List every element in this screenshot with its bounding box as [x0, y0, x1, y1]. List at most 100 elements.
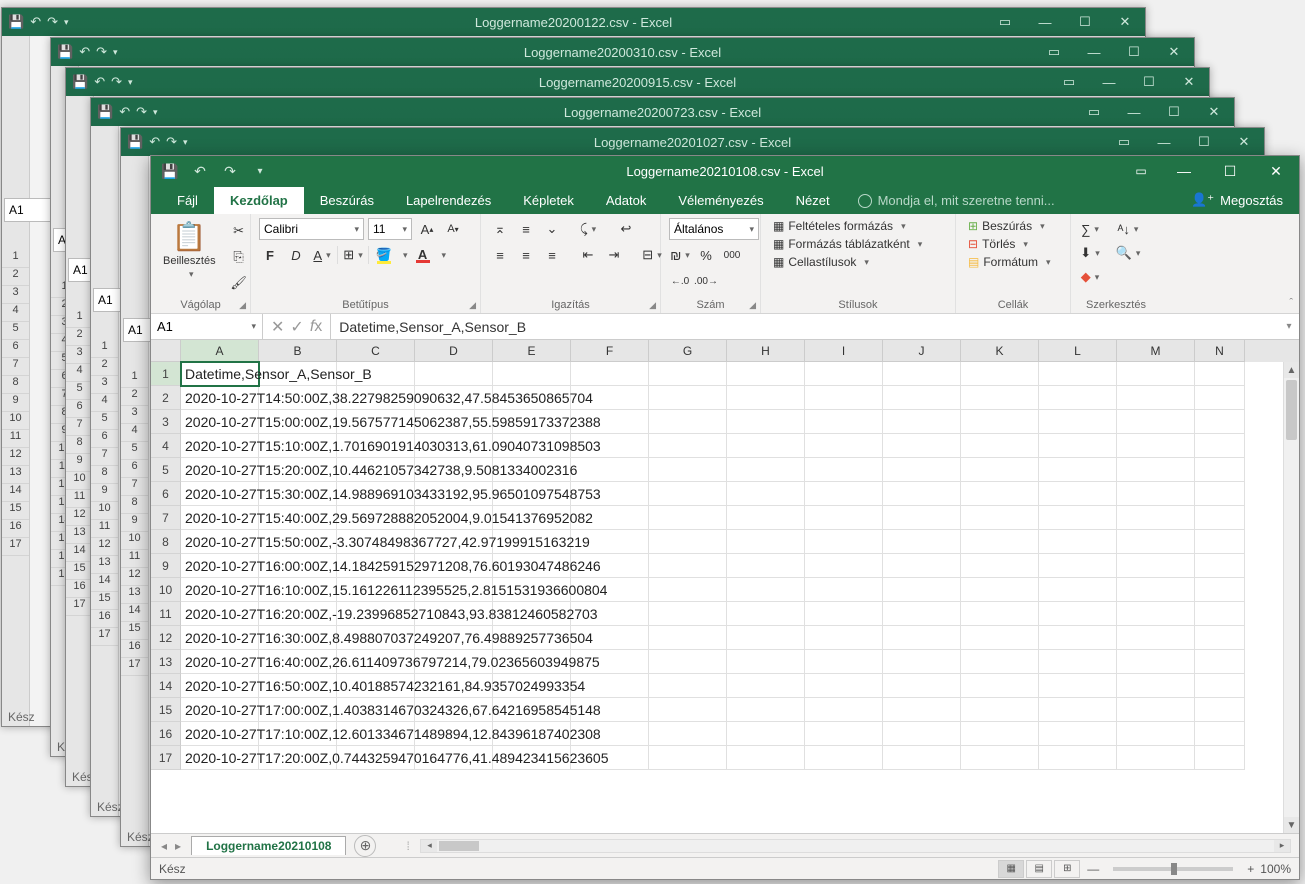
maximize-button[interactable]: ☐	[1207, 156, 1253, 186]
column-header[interactable]: I	[805, 340, 883, 362]
cell[interactable]	[727, 698, 805, 722]
cell[interactable]: 2020-10-27T14:50:00Z,38.22798259090632,4…	[181, 386, 259, 410]
tab-formulas[interactable]: Képletek	[507, 187, 590, 214]
row-header[interactable]: 3	[151, 410, 181, 434]
cell[interactable]	[1039, 386, 1117, 410]
borders-icon[interactable]: ⊞▾	[342, 244, 364, 266]
cell[interactable]: 2020-10-27T15:10:00Z,1.7016901914030313,…	[181, 434, 259, 458]
increase-indent-icon[interactable]: ⇥	[603, 244, 625, 266]
column-header[interactable]: L	[1039, 340, 1117, 362]
cell[interactable]: 2020-10-27T16:30:00Z,8.498807037249207,7…	[181, 626, 259, 650]
row-header[interactable]: 11	[151, 602, 181, 626]
cell[interactable]	[1195, 554, 1245, 578]
row-header[interactable]: 9	[151, 554, 181, 578]
cell[interactable]	[1195, 746, 1245, 770]
cell[interactable]	[961, 626, 1039, 650]
cell[interactable]	[961, 722, 1039, 746]
cell[interactable]	[571, 362, 649, 386]
cell[interactable]	[883, 626, 961, 650]
cell[interactable]	[883, 722, 961, 746]
cell[interactable]	[1195, 482, 1245, 506]
cell[interactable]	[805, 650, 883, 674]
align-right-icon[interactable]: ≡	[541, 244, 563, 266]
add-sheet-button[interactable]: ⊕	[354, 835, 376, 857]
cell[interactable]	[493, 362, 571, 386]
tab-data[interactable]: Adatok	[590, 187, 662, 214]
cell[interactable]	[727, 626, 805, 650]
row-header[interactable]: 5	[151, 458, 181, 482]
scroll-left-icon[interactable]: ◂	[421, 840, 437, 852]
tab-insert[interactable]: Beszúrás	[304, 187, 390, 214]
clear-icon[interactable]: ◆▾	[1079, 266, 1101, 288]
cell[interactable]	[727, 722, 805, 746]
cell[interactable]	[805, 434, 883, 458]
cell[interactable]	[1039, 650, 1117, 674]
cell[interactable]	[649, 410, 727, 434]
cell[interactable]	[961, 746, 1039, 770]
view-page-layout-icon[interactable]: ▤	[1026, 860, 1052, 878]
align-left-icon[interactable]: ≡	[489, 244, 511, 266]
column-header[interactable]: K	[961, 340, 1039, 362]
cell[interactable]: 2020-10-27T17:10:00Z,12.601334671489894,…	[181, 722, 259, 746]
cell[interactable]	[727, 458, 805, 482]
fill-color-icon[interactable]: 🪣	[373, 244, 395, 266]
cell[interactable]	[727, 362, 805, 386]
cell[interactable]	[1117, 578, 1195, 602]
percent-format-icon[interactable]: %	[695, 244, 717, 266]
column-header[interactable]: B	[259, 340, 337, 362]
cell[interactable]	[805, 362, 883, 386]
increase-font-icon[interactable]: A▴	[416, 218, 438, 240]
column-header[interactable]: A	[181, 340, 259, 362]
cell[interactable]	[1195, 386, 1245, 410]
row-header[interactable]: 2	[151, 386, 181, 410]
conditional-formatting-button[interactable]: ▦Feltételes formázás▾	[769, 218, 910, 234]
cell[interactable]	[805, 674, 883, 698]
cell[interactable]	[727, 386, 805, 410]
bold-button[interactable]: F	[259, 244, 281, 266]
ribbon-display-options-icon[interactable]: ▭	[1121, 156, 1161, 186]
cell[interactable]	[961, 602, 1039, 626]
horizontal-scrollbar[interactable]: ◂ ▸	[420, 839, 1291, 853]
cell[interactable]	[883, 362, 961, 386]
align-center-icon[interactable]: ≡	[515, 244, 537, 266]
find-select-icon[interactable]: 🔍▾	[1117, 242, 1139, 264]
cell[interactable]: 2020-10-27T17:00:00Z,1.4038314670324326,…	[181, 698, 259, 722]
cell[interactable]	[1195, 506, 1245, 530]
cell[interactable]	[1117, 602, 1195, 626]
collapse-ribbon-icon[interactable]: ˆ	[1289, 297, 1293, 309]
increase-decimal-icon[interactable]: ←.0	[669, 270, 691, 292]
cell[interactable]	[1117, 722, 1195, 746]
cell[interactable]: 2020-10-27T16:10:00Z,15.161226112395525,…	[181, 578, 259, 602]
align-bottom-icon[interactable]: ⌄	[541, 218, 563, 240]
decrease-indent-icon[interactable]: ⇤	[577, 244, 599, 266]
scroll-up-icon[interactable]: ▲	[1284, 362, 1299, 378]
align-top-icon[interactable]: ⌅	[489, 218, 511, 240]
font-name-combo[interactable]: Calibri▾	[259, 218, 364, 240]
orientation-icon[interactable]: ⤹▾	[577, 218, 599, 240]
cell[interactable]	[805, 602, 883, 626]
paste-button[interactable]: 📋 Beillesztés ▾	[159, 218, 220, 282]
cell[interactable]	[883, 386, 961, 410]
column-header[interactable]: G	[649, 340, 727, 362]
cell[interactable]	[961, 674, 1039, 698]
cell[interactable]	[883, 482, 961, 506]
cell[interactable]	[883, 698, 961, 722]
cell[interactable]	[961, 482, 1039, 506]
accounting-format-icon[interactable]: ₪▾	[669, 244, 691, 266]
copy-icon[interactable]: ⎘	[228, 246, 250, 268]
cell[interactable]	[961, 362, 1039, 386]
cell[interactable]	[649, 458, 727, 482]
cell[interactable]	[1117, 650, 1195, 674]
undo-icon[interactable]: ↶	[187, 158, 213, 184]
cell[interactable]	[805, 626, 883, 650]
cell[interactable]	[805, 410, 883, 434]
cancel-formula-icon[interactable]: ✕	[271, 317, 284, 337]
cell[interactable]	[1117, 434, 1195, 458]
cell[interactable]	[649, 554, 727, 578]
cell-styles-button[interactable]: ▦Cellastílusok▾	[769, 254, 873, 270]
cell[interactable]	[649, 434, 727, 458]
row-header[interactable]: 13	[151, 650, 181, 674]
save-icon[interactable]: 💾	[157, 158, 183, 184]
scroll-thumb[interactable]	[1286, 380, 1297, 440]
column-header[interactable]: M	[1117, 340, 1195, 362]
